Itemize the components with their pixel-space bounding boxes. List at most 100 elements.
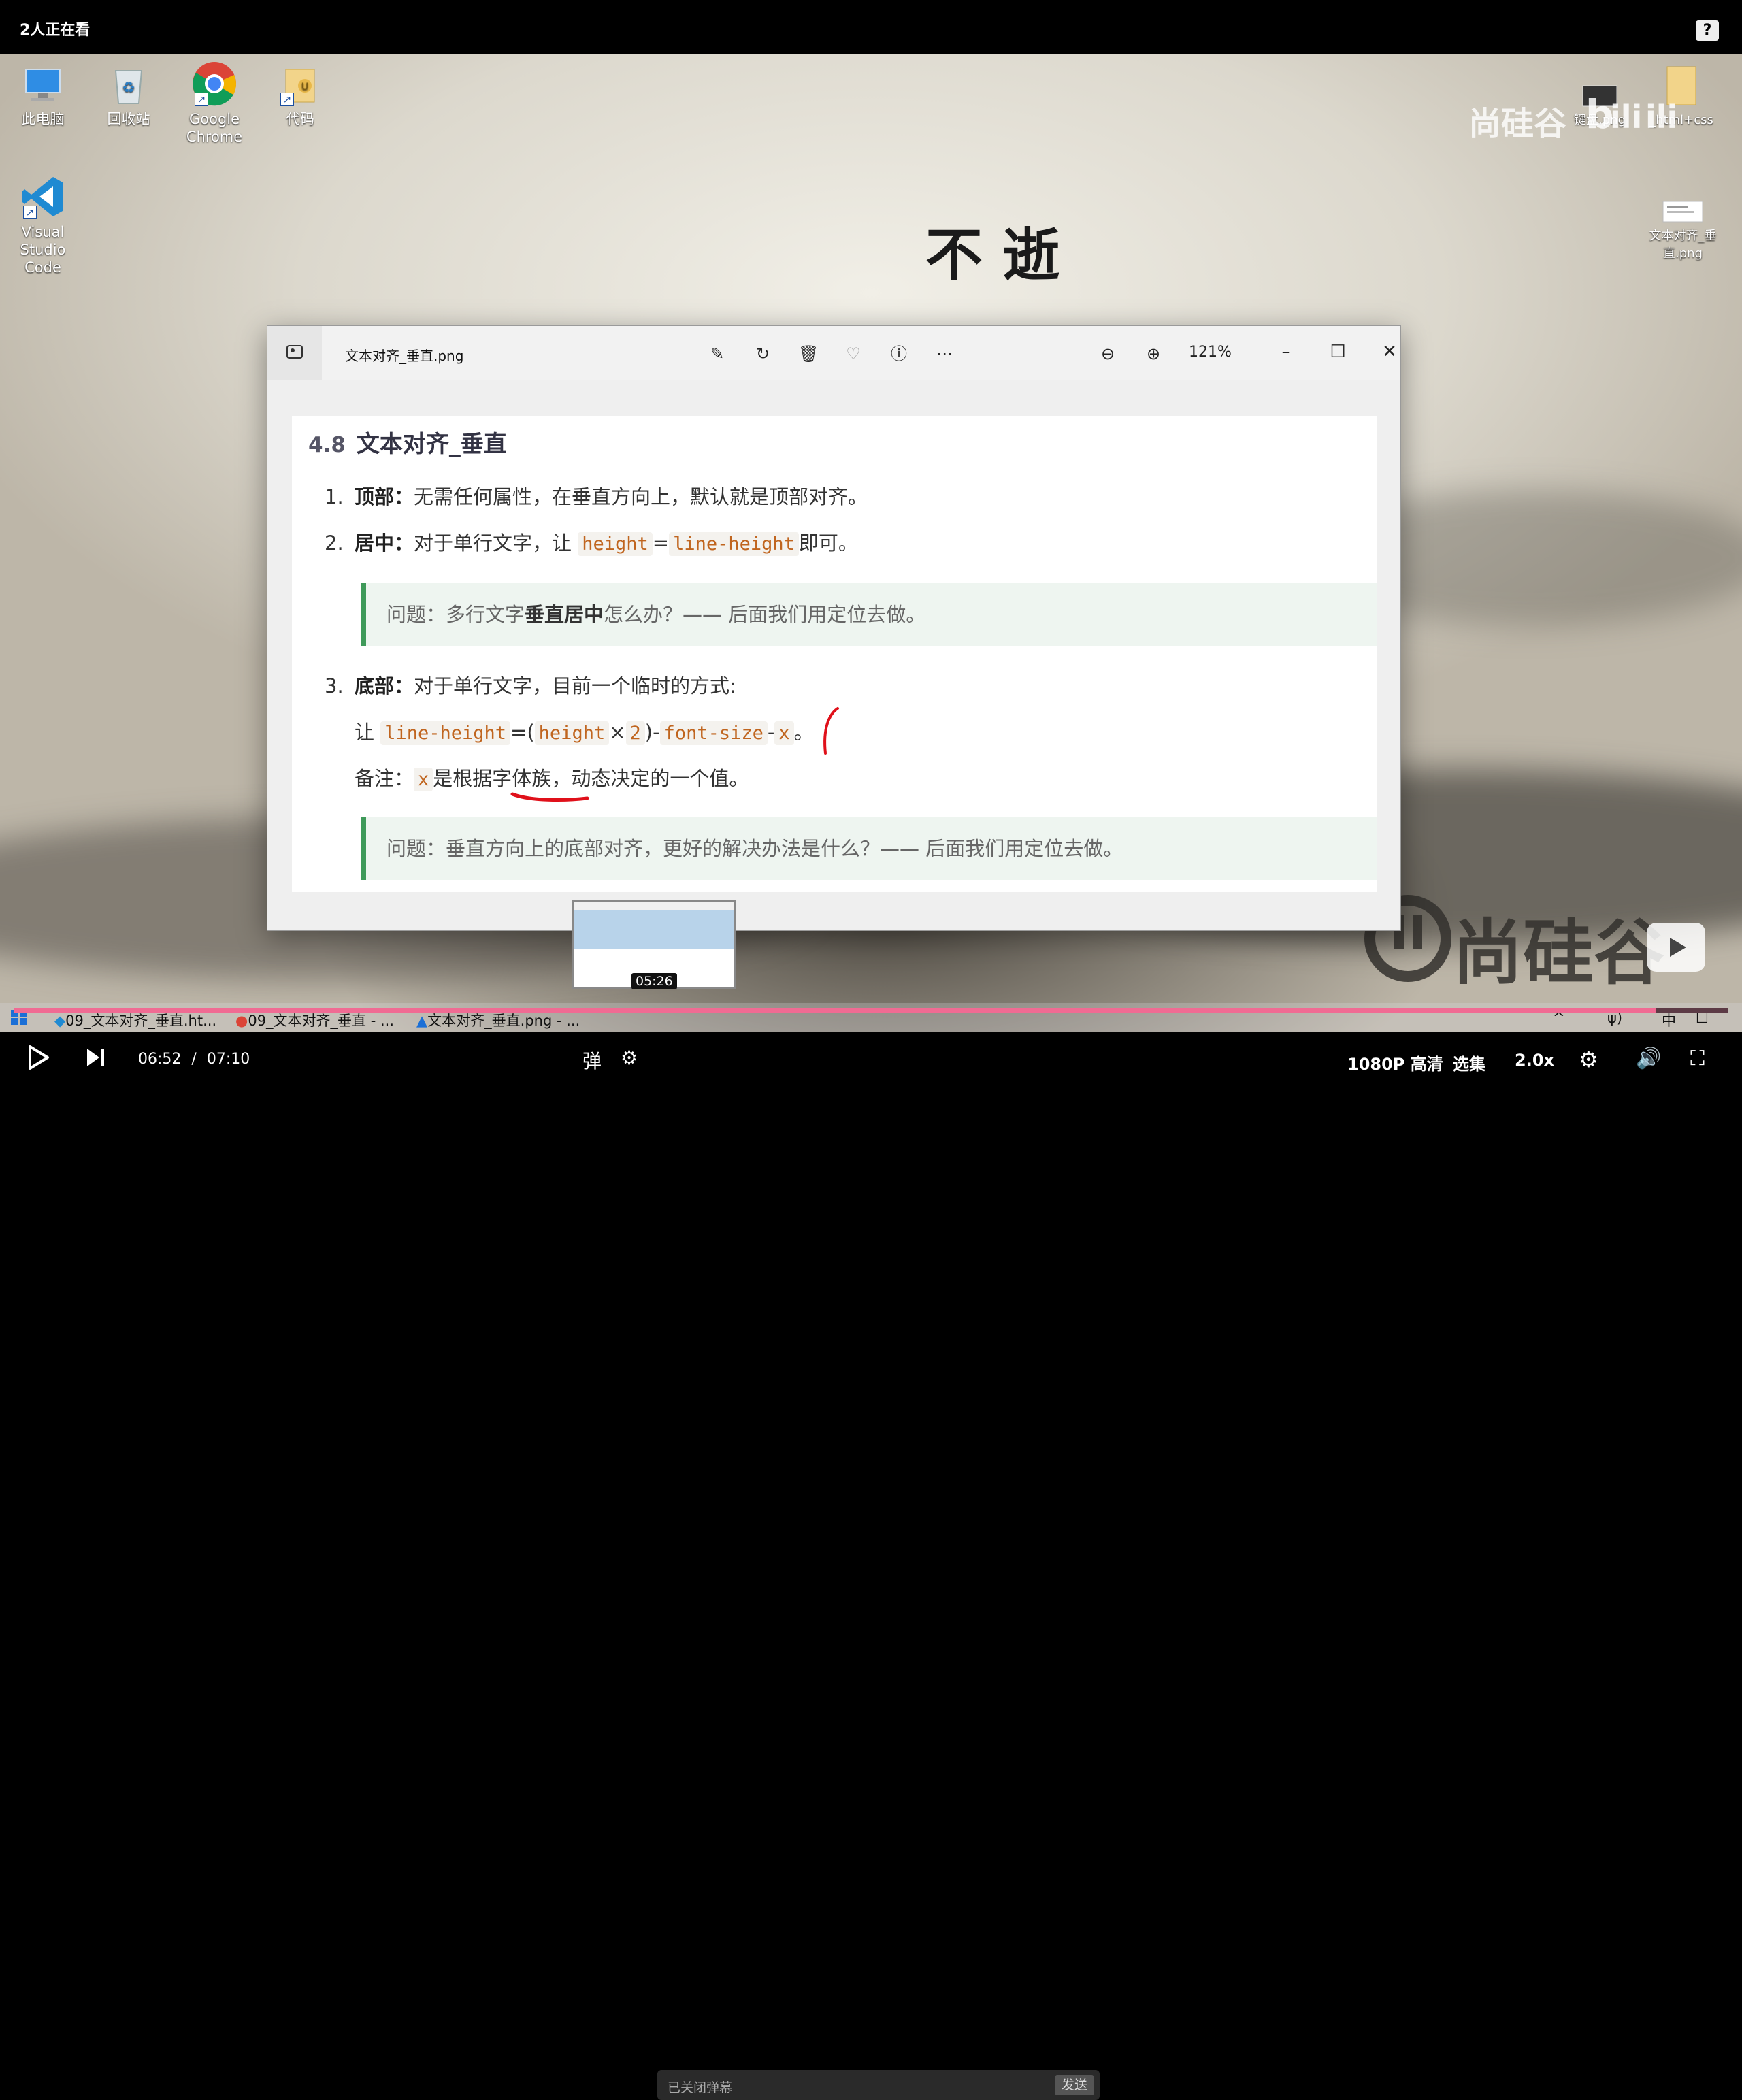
item-text: 即可。 bbox=[798, 531, 858, 555]
edit-image-icon[interactable]: ✎ bbox=[707, 344, 727, 364]
list-number: 1. bbox=[325, 485, 344, 508]
inline-code: x bbox=[414, 768, 433, 791]
remark-text: 是根据 bbox=[433, 767, 493, 790]
photos-icon: ▲ bbox=[416, 1013, 428, 1029]
danmaku-placeholder: 已关闭弹幕 bbox=[668, 2080, 733, 2095]
close-icon[interactable]: ✕ bbox=[1374, 338, 1405, 365]
inline-code: x bbox=[774, 721, 794, 745]
taskbar-item-label: 09_文本对齐_垂直 - ... bbox=[248, 1013, 395, 1029]
volume-icon[interactable]: 🔊 bbox=[1636, 1047, 1661, 1070]
zoom-in-icon[interactable]: ⊕ bbox=[1143, 344, 1164, 364]
rotate-icon[interactable]: ↻ bbox=[753, 344, 773, 364]
desktop-icon-label: Google Chrome bbox=[186, 111, 243, 145]
item-term: 顶部： bbox=[355, 485, 414, 508]
info-icon[interactable]: ⓘ bbox=[889, 344, 909, 364]
zoom-out-icon[interactable]: ⊖ bbox=[1098, 344, 1118, 364]
item-text: 对于单行文字，让 bbox=[414, 531, 572, 555]
taskbar-item-chrome[interactable]: ●09_文本对齐_垂直 - ... bbox=[235, 1010, 394, 1030]
help-icon[interactable]: ? bbox=[1696, 20, 1719, 41]
shortcut-arrow-icon: ↗ bbox=[23, 206, 37, 219]
section-heading: 4.8 文本对齐_垂直 bbox=[308, 425, 507, 459]
play-icon[interactable] bbox=[24, 1044, 52, 1075]
viewer-filename: 文本对齐_垂直.png bbox=[345, 348, 464, 364]
note-text: 问题：垂直方向上的底部对齐，更好的解决办法是什么？—— 后面我们用定位去做。 bbox=[387, 837, 1123, 860]
taskbar-item-label: 09_文本对齐_垂直.ht... bbox=[65, 1013, 217, 1029]
desktop-icon-code-folder[interactable]: U ↗ 代码 bbox=[257, 60, 343, 128]
video-progress-bar[interactable] bbox=[14, 1008, 1728, 1013]
inline-code: line-height bbox=[669, 532, 799, 556]
taskbar-item-vscode[interactable]: ◆09_文本对齐_垂直.ht... bbox=[54, 1010, 216, 1030]
heading-number: 4.8 bbox=[308, 433, 346, 457]
seek-preview-time: 05:26 bbox=[631, 973, 677, 989]
inline-code: height bbox=[534, 721, 610, 745]
thumb-titlebar bbox=[574, 902, 734, 910]
tv-icon[interactable] bbox=[1647, 923, 1705, 972]
note-block: 问题：垂直方向上的底部对齐，更好的解决办法是什么？—— 后面我们用定位去做。 bbox=[361, 817, 1377, 880]
list-item-bottom: 3. 底部：对于单行文字，目前一个临时的方式: bbox=[325, 670, 736, 699]
inline-code: line-height bbox=[380, 721, 511, 745]
settings-gear-icon[interactable]: ⚙ bbox=[1579, 1047, 1598, 1072]
fullscreen-icon[interactable]: ⛶ bbox=[1690, 1047, 1705, 1070]
time-separator: / bbox=[191, 1051, 197, 1068]
desktop-icon-label: 代码 bbox=[286, 111, 314, 127]
bilibili-logo: b ili ili bbox=[1585, 86, 1688, 143]
desktop-icon-this-pc[interactable]: 此电脑 bbox=[0, 60, 86, 128]
formula-line: 让 line-height =(height × 2)- font-size - x。 bbox=[355, 717, 814, 745]
svg-text:U: U bbox=[301, 82, 308, 93]
more-options-icon[interactable]: ⋯ bbox=[934, 344, 955, 364]
remark-text: ，动态决定的一个值。 bbox=[551, 767, 749, 790]
recycle-bin-icon: ♻ bbox=[105, 60, 152, 108]
operator: )- bbox=[644, 721, 660, 744]
image-file-icon bbox=[1659, 197, 1707, 225]
zoom-level[interactable]: 121% bbox=[1189, 344, 1232, 361]
desktop-icon-label: 文本对齐_垂直.png bbox=[1649, 229, 1717, 261]
operator: - bbox=[767, 721, 775, 744]
desktop-icon-png-file[interactable]: 文本对齐_垂直.png bbox=[1639, 197, 1727, 263]
quality-button[interactable]: 1080P 高清 bbox=[1347, 1051, 1443, 1074]
shortcut-arrow-icon: ↗ bbox=[195, 93, 208, 106]
svg-text:ili: ili bbox=[1645, 99, 1677, 135]
vscode-icon: ◆ bbox=[54, 1013, 66, 1029]
desktop-icon-chrome[interactable]: ↗ Google Chrome bbox=[171, 60, 257, 146]
danmaku-settings-icon[interactable]: ⚙ bbox=[621, 1047, 638, 1069]
video-frame[interactable]: 不 逝 此电脑 ♻ 回收站 ↗ Google Chrome U ↗ 代码 ↗ V… bbox=[0, 54, 1742, 1032]
operator: = bbox=[652, 531, 670, 555]
thumb-selection bbox=[574, 910, 734, 949]
desktop-icon-recycle-bin[interactable]: ♻ 回收站 bbox=[86, 60, 171, 128]
watermark-bottom: 尚硅谷 bbox=[1452, 911, 1665, 994]
shortcut-arrow-icon: ↗ bbox=[280, 93, 294, 106]
episodes-button[interactable]: 选集 bbox=[1453, 1051, 1485, 1074]
operator: × bbox=[609, 721, 626, 744]
time-display: 06:52 / 07:10 bbox=[138, 1051, 250, 1068]
player-top-bar: 2人正在看 ? bbox=[0, 0, 1742, 54]
item-term: 居中： bbox=[355, 531, 414, 555]
next-icon[interactable] bbox=[84, 1047, 106, 1072]
svg-text:ili: ili bbox=[1610, 99, 1642, 135]
player-controls: 06:52 / 07:10 弹 ⚙ 已关闭弹幕 发送 1080P 高清 选集 2… bbox=[0, 1032, 1742, 2100]
favorite-heart-icon[interactable]: ♡ bbox=[843, 344, 864, 364]
photos-viewer-window[interactable]: 文本对齐_垂直.png ✎ ↻ 🗑 ♡ ⓘ ⋯ ⊖ ⊕ 121% – ☐ ✕ 4… bbox=[267, 325, 1401, 931]
vscode-icon: ↗ bbox=[19, 173, 67, 220]
document-image: 4.8 文本对齐_垂直 1. 顶部：无需任何属性，在垂直方向上，默认就是顶部对齐。 … bbox=[292, 416, 1377, 892]
tray-ime-label[interactable]: 中 bbox=[1662, 1010, 1676, 1030]
photos-app-icon bbox=[267, 326, 322, 380]
minimize-icon[interactable]: – bbox=[1270, 338, 1302, 365]
danmaku-toggle-icon[interactable]: 弹 bbox=[582, 1047, 602, 1074]
duration: 07:10 bbox=[206, 1051, 250, 1068]
speed-button[interactable]: 2.0x bbox=[1515, 1051, 1554, 1070]
desktop-icon-vscode[interactable]: ↗ Visual Studio Code bbox=[0, 173, 86, 276]
chrome-icon: ● bbox=[235, 1013, 248, 1029]
send-button[interactable]: 发送 bbox=[1055, 2075, 1094, 2095]
watermark-top: 尚硅谷 bbox=[1468, 105, 1567, 143]
maximize-icon[interactable]: ☐ bbox=[1322, 338, 1353, 365]
taskbar-item-photos[interactable]: ▲文本对齐_垂直.png - ... bbox=[416, 1010, 580, 1030]
item-text: 无需任何属性，在垂直方向上，默认就是顶部对齐。 bbox=[414, 485, 868, 508]
note-bold: 垂直居中 bbox=[525, 603, 604, 626]
delete-icon[interactable]: 🗑 bbox=[798, 344, 819, 364]
wallpaper-calligraphy: 不 逝 bbox=[925, 221, 1060, 289]
current-time: 06:52 bbox=[138, 1051, 182, 1068]
inline-code: height bbox=[578, 532, 653, 556]
danmaku-input[interactable]: 已关闭弹幕 发送 bbox=[657, 2070, 1100, 2100]
chrome-icon: ↗ bbox=[191, 60, 238, 108]
folder-icon: U ↗ bbox=[276, 60, 324, 108]
